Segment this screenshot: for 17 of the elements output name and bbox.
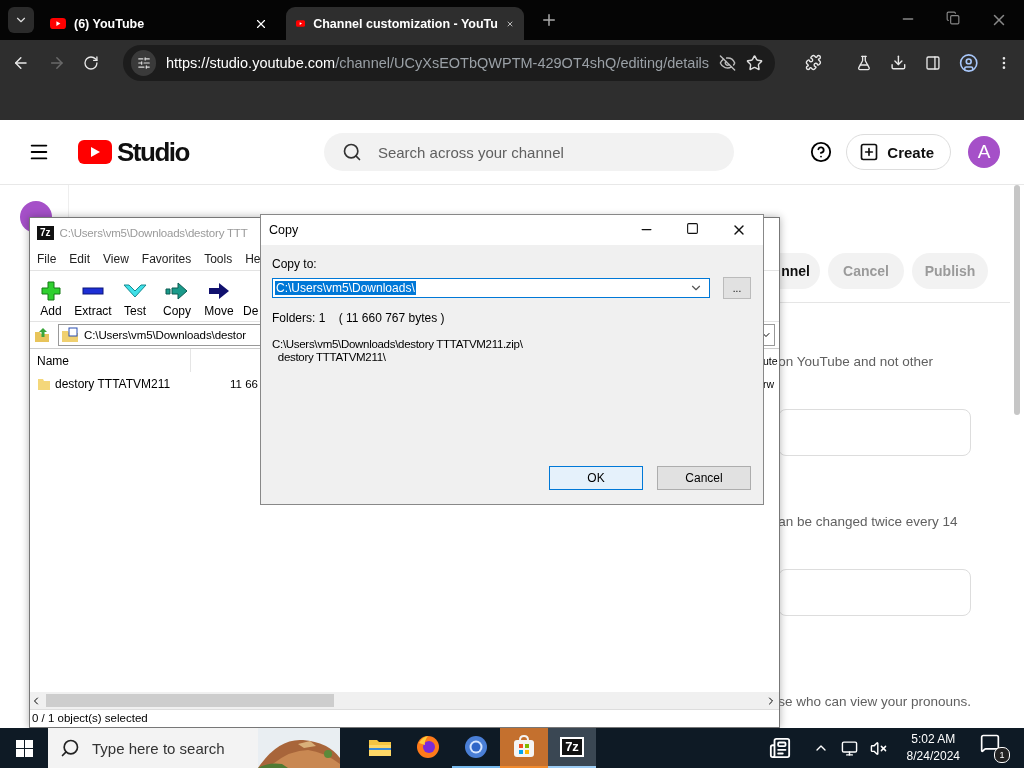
- sevenzip-logo: 7z: [37, 226, 54, 240]
- tab-title: (6) YouTube: [74, 16, 146, 31]
- table-cell-text: rw: [763, 377, 776, 390]
- window-title: C:\Users\vm5\Downloads\destory TTT: [59, 227, 248, 239]
- date-text: 8/24/2024: [906, 748, 960, 765]
- field-label: Copy to:: [272, 257, 318, 271]
- source-path-text: C:\Users\vm5\Downloads\destory TTTATVM211.zip\ destory TTTATVM211\: [272, 338, 524, 364]
- notification-count: 1: [994, 747, 1010, 763]
- url-text: https://studio.youtube.com/channel/UCyXsEOTbQWPTM-429OT4shQ/editing/details: [165, 54, 710, 71]
- sevenzip-logo: 7z: [560, 737, 584, 757]
- info-text: Folders: 1 ( 11 660 767 bytes ): [272, 311, 446, 325]
- tab-title: Channel customization - YouTu: [313, 16, 498, 31]
- dialog-title: Copy: [269, 223, 300, 237]
- logo-text: Studio: [117, 136, 189, 168]
- time-text: 5:02 AM: [911, 731, 956, 748]
- status-text: 0 / 1 object(s) selected: [30, 709, 779, 727]
- file-size: 11 66: [230, 377, 258, 390]
